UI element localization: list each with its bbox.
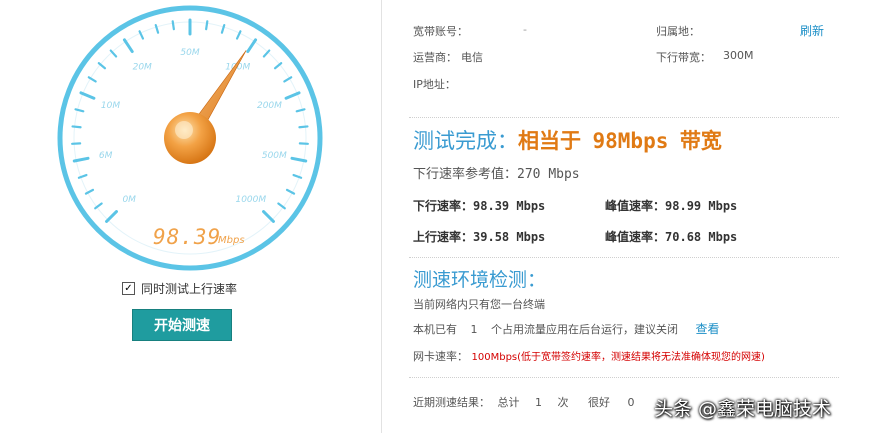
gauge-scale-label: 200M xyxy=(257,101,282,111)
background-apps-prefix: 本机已有 xyxy=(413,323,457,336)
recent-good-label: 很好 xyxy=(588,396,610,409)
gauge-major-tick xyxy=(246,38,258,54)
background-apps-count: 1 xyxy=(470,323,478,336)
gauge-speed-unit: Mbps xyxy=(218,235,245,246)
background-apps-suffix: 个占用流量应用在后台运行，建议关闭 xyxy=(491,323,678,336)
upload-test-label: 同时测试上行速率 xyxy=(141,282,238,296)
result-panel: 宽带账号： - 归属地： 刷新 运营商： 电信 下行带宽： 300M IP地址：… xyxy=(383,0,870,433)
peak-up-value: 70.68 Mbps xyxy=(665,230,738,244)
gauge-scale-label: 20M xyxy=(133,62,152,72)
gauge-scale-label: 10M xyxy=(101,101,120,111)
down-rate-value: 98.39 Mbps xyxy=(473,199,546,213)
account-label: 宽带账号： xyxy=(413,25,468,38)
gauge-minor-tick xyxy=(71,125,82,129)
result-title-suffix: 带宽 xyxy=(679,129,722,153)
result-title-prefix: 测试完成： xyxy=(413,129,518,153)
reference-speed-value: 270 Mbps xyxy=(517,167,580,182)
peak-down-label: 峰值速率： xyxy=(605,199,666,213)
upload-test-checkbox[interactable]: ✓ xyxy=(122,282,135,295)
recent-good-value: 0 xyxy=(627,396,635,409)
recent-total-label: 总计 xyxy=(497,396,520,409)
result-title: 测试完成：相当于 98Mbps 带宽 xyxy=(413,125,722,155)
gauge-major-tick xyxy=(262,210,275,223)
divider xyxy=(409,257,839,259)
up-rate: 上行速率：39.58 Mbps xyxy=(413,228,545,245)
gauge-major-tick xyxy=(284,91,301,100)
divider xyxy=(409,117,839,119)
reference-speed: 下行速率参考值：270 Mbps xyxy=(413,163,580,182)
nic-speed-warning: 100Mbps(低于宽带签约速率，测速结果将无法准确体现您的网速) xyxy=(471,352,765,363)
gauge-minor-tick xyxy=(298,125,309,129)
peak-up-label: 峰值速率： xyxy=(605,230,666,244)
peak-up-rate: 峰值速率：70.68 Mbps xyxy=(605,228,737,245)
watermark: 头条 @鑫荣电脑技术 xyxy=(654,398,832,420)
start-test-button[interactable]: 开始测速 xyxy=(132,309,232,341)
operator-value: 电信 xyxy=(461,51,483,64)
gauge-scale-label: 1000M xyxy=(235,195,266,205)
gauge-speed-value: 98.39 xyxy=(153,225,221,249)
gauge-minor-tick xyxy=(171,20,175,31)
up-rate-value: 39.58 Mbps xyxy=(473,230,546,244)
recent-total-value: 1 xyxy=(535,396,542,409)
nic-speed-label: 网卡速率： xyxy=(413,350,468,363)
down-rate: 下行速率：98.39 Mbps xyxy=(413,197,545,214)
gauge-knob xyxy=(164,112,216,164)
result-title-value: 98Mbps xyxy=(592,129,669,153)
gauge-major-tick xyxy=(122,38,134,54)
region-label: 归属地： xyxy=(656,25,700,38)
peak-down-rate: 峰值速率：98.99 Mbps xyxy=(605,197,737,214)
speed-gauge-panel: 0M 6M 10M 20M 50M 100M 200M 500M 1000M 98.39 Mbp… xyxy=(0,0,380,433)
speed-gauge: 0M6M10M20M50M100M200M500M1000M 98.39 Mbp… xyxy=(57,5,323,271)
gauge-minor-tick xyxy=(205,20,209,31)
down-bandwidth-value: 300M xyxy=(723,49,754,62)
gauge-scale-label: 500M xyxy=(262,151,287,161)
recent-results: 近期测速结果： 总计 1 次 很好 0 xyxy=(413,394,635,410)
gauge-scale-label: 50M xyxy=(180,48,199,58)
upload-test-checkbox-row[interactable]: ✓ 同时测试上行速率 xyxy=(122,280,237,297)
recent-times-unit: 次 xyxy=(557,396,569,409)
reference-speed-label: 下行速率参考值： xyxy=(413,167,518,182)
gauge-major-tick xyxy=(105,210,118,223)
view-apps-link[interactable]: 查看 xyxy=(696,322,720,336)
gauge-scale-label: 0M xyxy=(122,195,136,205)
account-value: - xyxy=(523,23,527,36)
gauge-scale-label: 6M xyxy=(99,151,113,161)
result-title-equiv: 相当于 xyxy=(518,129,581,153)
panel-divider xyxy=(381,0,382,433)
recent-results-label: 近期测速结果： xyxy=(413,396,490,409)
ip-label: IP地址： xyxy=(413,78,456,91)
refresh-link[interactable]: 刷新 xyxy=(800,22,824,39)
gauge-major-tick xyxy=(79,91,96,100)
divider xyxy=(409,377,839,379)
env-terminal-note: 当前网络内只有您一台终端 xyxy=(413,298,545,311)
peak-down-value: 98.99 Mbps xyxy=(665,199,738,213)
operator-label: 运营商： xyxy=(413,51,457,64)
up-rate-label: 上行速率： xyxy=(413,230,474,244)
down-bandwidth-label: 下行带宽： xyxy=(656,51,711,64)
env-check-title: 测速环境检测： xyxy=(413,269,547,291)
background-apps-note: 本机已有 1 个占用流量应用在后台运行，建议关闭 查看 xyxy=(413,320,720,337)
down-rate-label: 下行速率： xyxy=(413,199,474,213)
nic-speed-note: 网卡速率： 100Mbps(低于宽带签约速率，测速结果将无法准确体现您的网速) xyxy=(413,348,765,364)
